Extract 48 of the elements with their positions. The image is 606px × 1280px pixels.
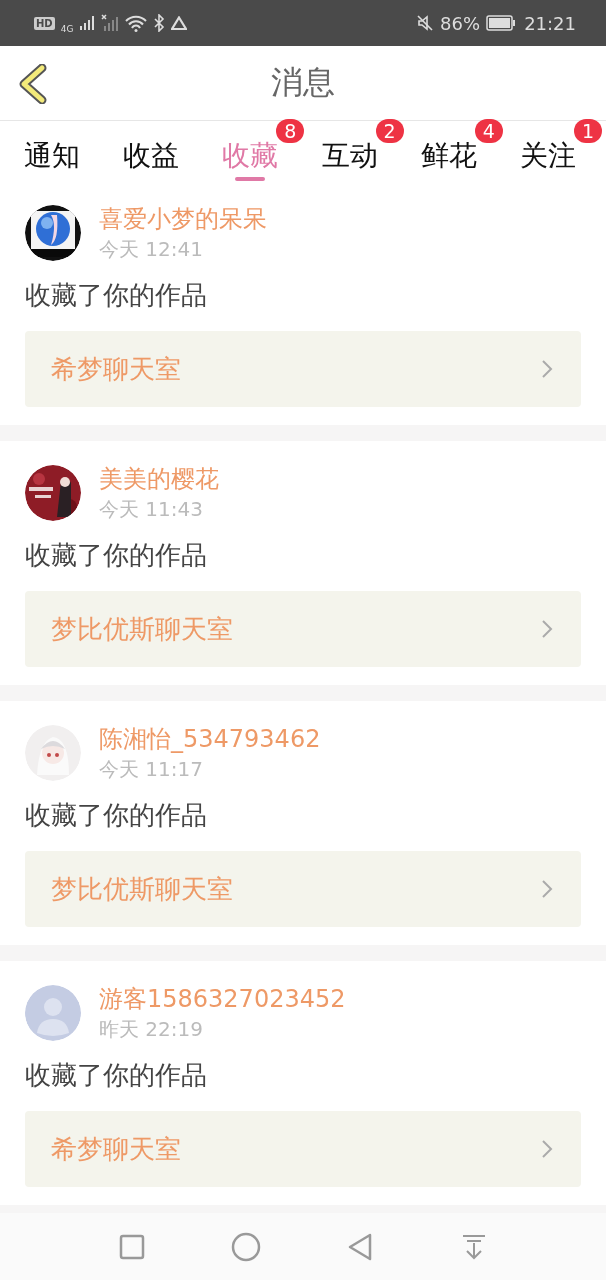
- battery-percent: 86%: [440, 12, 481, 34]
- message-time: 今天 12:41: [99, 236, 204, 263]
- count-badge: 2: [375, 119, 404, 143]
- battery-icon: [486, 15, 517, 31]
- message-text: 收藏了你的作品: [25, 799, 208, 832]
- tab[interactable]: 互动: [321, 121, 378, 181]
- work-link[interactable]: 梦比优斯聊天室: [25, 591, 581, 667]
- count-badge: 4: [474, 119, 503, 143]
- chevron-right-icon: [541, 359, 553, 379]
- avatar-icon: [25, 985, 81, 1041]
- warning-icon: [171, 16, 188, 30]
- tab[interactable]: 通知: [24, 121, 80, 181]
- chevron-right-icon: [541, 1139, 553, 1159]
- hd-indicator: HD: [34, 16, 55, 30]
- no-signal-icon: [101, 14, 120, 32]
- work-link[interactable]: 梦比优斯聊天室: [25, 851, 581, 927]
- work-link[interactable]: 希梦聊天室: [25, 331, 581, 407]
- tab[interactable]: 收益: [123, 121, 180, 181]
- bluetooth-icon: [153, 14, 166, 32]
- message-text: 收藏了你的作品: [25, 539, 208, 572]
- square-icon: [119, 1233, 145, 1260]
- wifi-icon: [125, 14, 148, 32]
- chevron-right-icon: [541, 879, 553, 899]
- signal-icon: [79, 15, 96, 31]
- clock-time: 21:21: [524, 12, 576, 34]
- message-text: 收藏了你的作品: [25, 279, 208, 312]
- user-name[interactable]: 游客1586327023452: [99, 983, 346, 1015]
- message-time: 今天 11:17: [99, 756, 204, 783]
- message-time: 今天 11:43: [99, 496, 204, 523]
- work-link[interactable]: 希梦聊天室: [25, 1111, 581, 1187]
- user-name[interactable]: 陈湘怡_534793462: [99, 723, 321, 755]
- count-badge: 8: [276, 119, 305, 143]
- network-type: 4G: [60, 24, 74, 34]
- user-name[interactable]: 喜爱小梦的呆呆: [99, 203, 267, 235]
- tab[interactable]: 关注: [519, 121, 576, 181]
- count-badge: 1: [573, 119, 602, 143]
- tab[interactable]: 鲜花: [420, 121, 477, 181]
- circle-icon: [231, 1231, 261, 1262]
- chevron-right-icon: [541, 619, 553, 639]
- message-text: 收藏了你的作品: [25, 1059, 208, 1092]
- mute-icon: [416, 14, 435, 32]
- tab-indicator: [235, 177, 266, 181]
- arrow-down-icon: [462, 1233, 486, 1260]
- page-title: 消息: [271, 62, 335, 103]
- tab[interactable]: 收藏: [222, 121, 279, 181]
- message-time: 昨天 22:19: [99, 1016, 204, 1043]
- triangle-icon: [347, 1232, 373, 1261]
- user-name[interactable]: 美美的樱花: [99, 463, 219, 495]
